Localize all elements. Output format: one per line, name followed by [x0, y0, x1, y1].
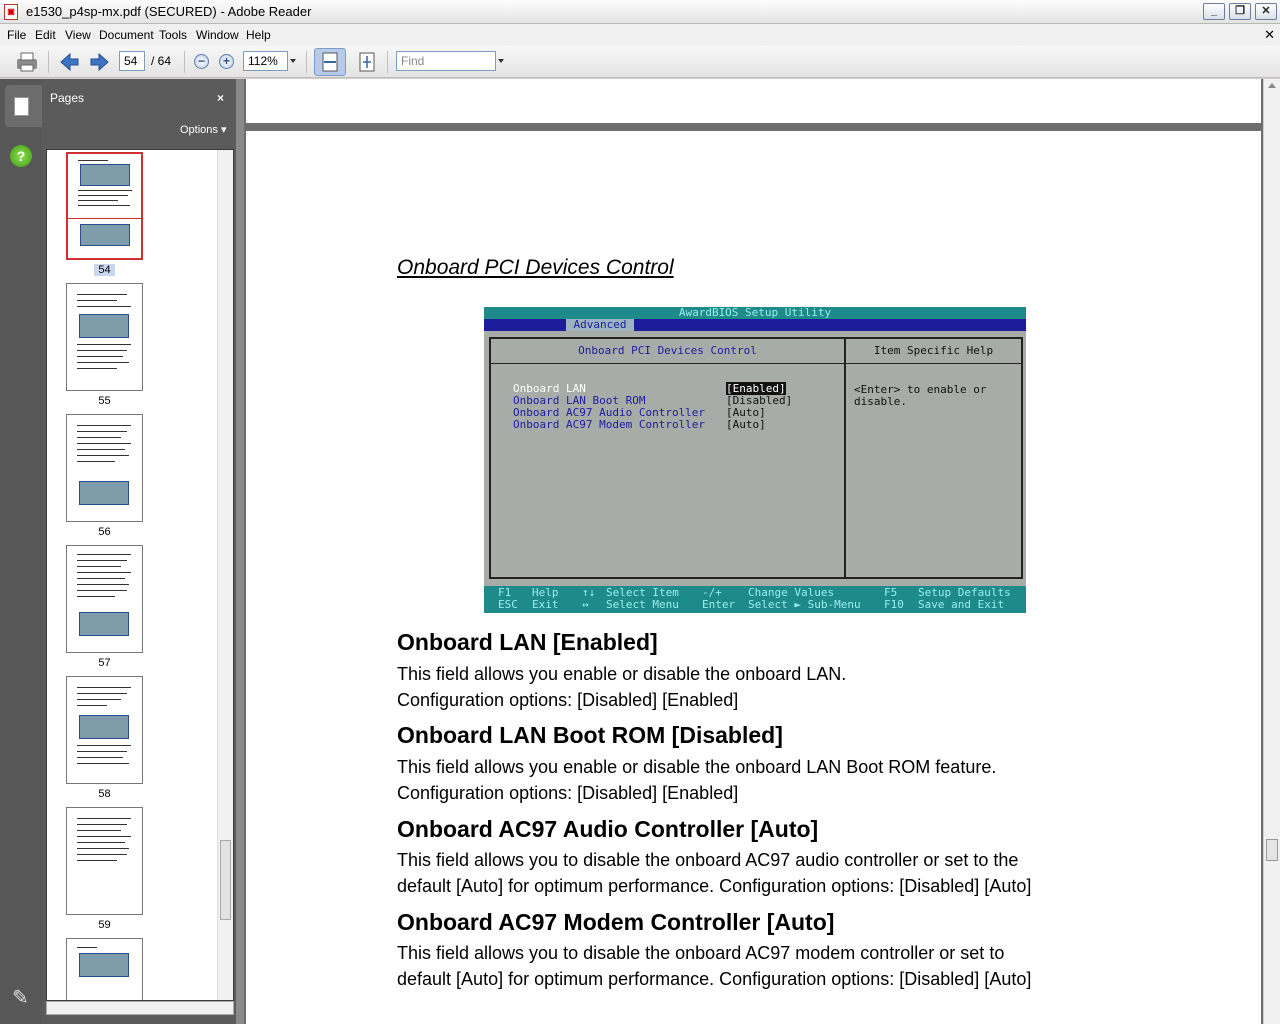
current-page: Onboard PCI Devices Control AwardBIOS Se… [246, 131, 1261, 1024]
thumbnail-label: 55 [98, 395, 111, 407]
section-text: This field allows you enable or disable … [397, 664, 847, 684]
toolbar-separator [184, 51, 185, 73]
menu-window[interactable]: Window [196, 28, 239, 42]
section-text: Configuration options: [Disabled] [Enabl… [397, 783, 739, 803]
fit-width-button[interactable] [314, 48, 346, 76]
thumbnail-horizontal-scrollbar[interactable] [46, 1001, 234, 1015]
thumbnail-list: 54 55 56 57 58 59 [46, 149, 234, 1001]
close-document-icon[interactable]: ✕ [1264, 27, 1275, 43]
pages-panel-title: Pages [50, 91, 85, 105]
zoom-level-input[interactable]: 112% [243, 51, 288, 71]
bios-help-text: <Enter> to enable or disable. [854, 383, 987, 408]
printer-icon [17, 52, 37, 72]
title-bar: ▣ e1530_p4sp-mx.pdf (SECURED) - Adobe Re… [0, 0, 1280, 24]
fit-width-icon [322, 52, 338, 72]
fit-page-button[interactable] [355, 50, 379, 74]
bios-screenshot: AwardBIOS Setup Utility Advanced Onboard… [484, 307, 1026, 613]
toolbar-separator [387, 51, 388, 73]
bios-help-header: Item Specific Help [846, 339, 1021, 364]
page-thumbnail-55[interactable] [66, 283, 143, 391]
help-icon[interactable]: ? [10, 145, 32, 167]
menu-edit[interactable]: Edit [35, 28, 56, 42]
page-thumbnail-59[interactable] [66, 807, 143, 915]
adobe-reader-icon: ▣ [4, 4, 18, 20]
bios-main-panel: Onboard PCI Devices Control Onboard LAN … [489, 337, 846, 579]
menu-bar: File Edit View Document Tools Window Hel… [0, 24, 1280, 46]
paperclip-icon[interactable]: ✎ [12, 985, 29, 1010]
window-title: e1530_p4sp-mx.pdf (SECURED) - Adobe Read… [26, 4, 312, 19]
find-dropdown-icon[interactable] [498, 59, 504, 63]
page-thumbnail-57[interactable] [66, 545, 143, 653]
page-total: / 64 [151, 54, 172, 68]
navigation-pane: ? ✎ [0, 79, 42, 1024]
section-text: default [Auto] for optimum performance. … [397, 969, 1032, 989]
scroll-up-icon[interactable] [1268, 83, 1276, 88]
page-number-input[interactable]: 54 [119, 51, 145, 71]
fit-page-icon [359, 52, 375, 72]
panel-close-icon[interactable]: × [217, 91, 224, 105]
find-input[interactable]: Find [396, 51, 496, 71]
document-scrollbar[interactable] [1263, 79, 1280, 1024]
document-view: Onboard PCI Devices Control AwardBIOS Se… [244, 79, 1263, 1024]
bios-tab-bar: Advanced [484, 319, 1026, 331]
section-text: This field allows you to disable the onb… [397, 850, 1019, 870]
page-thumbnail-54[interactable] [66, 152, 143, 260]
thumbnail-label: 54 [66, 264, 143, 276]
pages-tab[interactable] [5, 85, 42, 127]
toolbar-separator [48, 51, 49, 73]
zoom-out-button[interactable]: − [194, 54, 209, 69]
pages-panel: Pages × Options ▾ 54 55 56 57 58 59 [42, 79, 236, 1024]
panel-splitter[interactable] [236, 79, 244, 1024]
arrow-right-icon [90, 52, 109, 72]
close-button[interactable]: ✕ [1255, 3, 1277, 20]
section-text: default [Auto] for optimum performance. … [397, 876, 1032, 896]
section-heading: Onboard LAN [Enabled] [397, 629, 658, 655]
section-heading: Onboard LAN Boot ROM [Disabled] [397, 722, 783, 748]
thumbnail-label: 58 [98, 788, 111, 800]
section-heading: Onboard AC97 Modem Controller [Auto] [397, 909, 835, 935]
toolbar-separator [306, 51, 307, 73]
section-heading: Onboard AC97 Audio Controller [Auto] [397, 816, 819, 842]
zoom-dropdown-icon[interactable] [290, 59, 296, 63]
menu-view[interactable]: View [65, 28, 91, 42]
next-page-button[interactable] [89, 50, 111, 74]
section-text: This field allows you enable or disable … [397, 757, 997, 777]
bios-help-panel: Item Specific Help <Enter> to enable or … [846, 337, 1023, 579]
menu-document[interactable]: Document [99, 28, 154, 42]
arrow-left-icon [60, 52, 79, 72]
restore-button[interactable]: ❐ [1229, 3, 1251, 20]
bios-footer: F1 Help ↑↓ Select Item -/+ Change Values… [484, 586, 1026, 613]
bios-tab-advanced: Advanced [566, 319, 634, 331]
bios-main-header: Onboard PCI Devices Control [491, 339, 844, 364]
section-text: This field allows you to disable the onb… [397, 943, 1005, 963]
page-thumbnail-56[interactable] [66, 414, 143, 522]
page-thumbnail-58[interactable] [66, 676, 143, 784]
thumbnail-label: 59 [98, 919, 111, 931]
bios-utility-title: AwardBIOS Setup Utility [484, 307, 1026, 319]
bios-item-value: [Auto] [726, 418, 766, 431]
thumbnail-scrollbar[interactable] [217, 150, 233, 1000]
scrollbar-thumb[interactable] [1266, 839, 1278, 861]
thumbnail-label: 56 [98, 526, 111, 538]
zoom-in-button[interactable]: + [219, 54, 234, 69]
minimize-button[interactable]: _ [1203, 3, 1225, 20]
section-title: Onboard PCI Devices Control [397, 256, 674, 279]
page-thumbnail-60[interactable] [66, 938, 143, 1000]
menu-help[interactable]: Help [246, 28, 271, 42]
menu-tools[interactable]: Tools [159, 28, 187, 42]
print-button[interactable] [14, 50, 40, 74]
toolbar: 54 / 64 − + 112% Find [0, 46, 1280, 78]
options-menu[interactable]: Options ▾ [180, 123, 227, 136]
previous-page-button[interactable] [58, 50, 80, 74]
thumbnail-label: 57 [98, 657, 111, 669]
pages-icon [14, 97, 29, 116]
previous-page [246, 79, 1261, 123]
menu-file[interactable]: File [7, 28, 26, 42]
bios-item-label: Onboard AC97 Modem Controller [513, 418, 706, 431]
section-text: Configuration options: [Disabled] [Enabl… [397, 690, 739, 710]
